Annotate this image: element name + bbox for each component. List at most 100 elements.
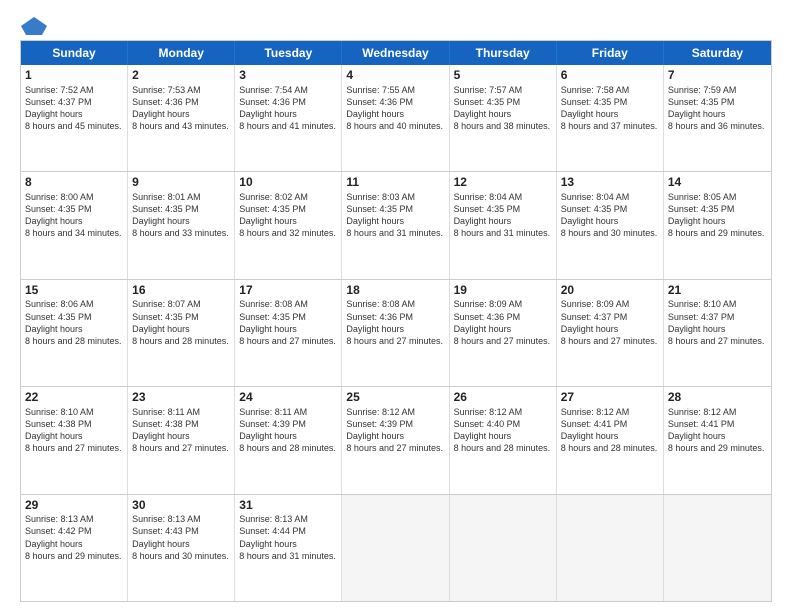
day-info: Sunrise: 8:09 AM Sunset: 4:37 PM Dayligh… xyxy=(561,298,659,347)
day-number: 28 xyxy=(668,390,767,406)
calendar-header: SundayMondayTuesdayWednesdayThursdayFrid… xyxy=(21,41,771,65)
day-info: Sunrise: 8:13 AM Sunset: 4:44 PM Dayligh… xyxy=(239,513,337,562)
day-info: Sunrise: 7:54 AM Sunset: 4:36 PM Dayligh… xyxy=(239,84,337,133)
calendar-cell: 31 Sunrise: 8:13 AM Sunset: 4:44 PM Dayl… xyxy=(235,495,342,601)
day-info: Sunrise: 8:11 AM Sunset: 4:39 PM Dayligh… xyxy=(239,406,337,455)
logo-icon xyxy=(20,16,48,36)
day-info: Sunrise: 8:08 AM Sunset: 4:36 PM Dayligh… xyxy=(346,298,444,347)
calendar-cell: 11 Sunrise: 8:03 AM Sunset: 4:35 PM Dayl… xyxy=(342,172,449,278)
calendar-cell: 18 Sunrise: 8:08 AM Sunset: 4:36 PM Dayl… xyxy=(342,280,449,386)
calendar-cell: 13 Sunrise: 8:04 AM Sunset: 4:35 PM Dayl… xyxy=(557,172,664,278)
calendar-cell: 14 Sunrise: 8:05 AM Sunset: 4:35 PM Dayl… xyxy=(664,172,771,278)
day-info: Sunrise: 8:12 AM Sunset: 4:40 PM Dayligh… xyxy=(454,406,552,455)
calendar-cell: 6 Sunrise: 7:58 AM Sunset: 4:35 PM Dayli… xyxy=(557,65,664,171)
day-number: 24 xyxy=(239,390,337,406)
day-number: 19 xyxy=(454,283,552,299)
calendar-cell: 8 Sunrise: 8:00 AM Sunset: 4:35 PM Dayli… xyxy=(21,172,128,278)
day-info: Sunrise: 8:04 AM Sunset: 4:35 PM Dayligh… xyxy=(454,191,552,240)
day-number: 26 xyxy=(454,390,552,406)
day-number: 25 xyxy=(346,390,444,406)
day-number: 9 xyxy=(132,175,230,191)
calendar-cell: 25 Sunrise: 8:12 AM Sunset: 4:39 PM Dayl… xyxy=(342,387,449,493)
day-header-sunday: Sunday xyxy=(21,41,128,65)
day-info: Sunrise: 7:58 AM Sunset: 4:35 PM Dayligh… xyxy=(561,84,659,133)
day-header-monday: Monday xyxy=(128,41,235,65)
day-info: Sunrise: 7:59 AM Sunset: 4:35 PM Dayligh… xyxy=(668,84,767,133)
day-number: 10 xyxy=(239,175,337,191)
calendar-cell: 15 Sunrise: 8:06 AM Sunset: 4:35 PM Dayl… xyxy=(21,280,128,386)
day-info: Sunrise: 8:11 AM Sunset: 4:38 PM Dayligh… xyxy=(132,406,230,455)
day-number: 7 xyxy=(668,68,767,84)
day-number: 18 xyxy=(346,283,444,299)
day-header-friday: Friday xyxy=(557,41,664,65)
day-number: 27 xyxy=(561,390,659,406)
calendar-week-2: 8 Sunrise: 8:00 AM Sunset: 4:35 PM Dayli… xyxy=(21,171,771,278)
day-number: 23 xyxy=(132,390,230,406)
day-number: 8 xyxy=(25,175,123,191)
day-number: 16 xyxy=(132,283,230,299)
day-header-tuesday: Tuesday xyxy=(235,41,342,65)
calendar-cell: 12 Sunrise: 8:04 AM Sunset: 4:35 PM Dayl… xyxy=(450,172,557,278)
day-info: Sunrise: 8:00 AM Sunset: 4:35 PM Dayligh… xyxy=(25,191,123,240)
calendar-cell: 27 Sunrise: 8:12 AM Sunset: 4:41 PM Dayl… xyxy=(557,387,664,493)
day-number: 15 xyxy=(25,283,123,299)
calendar-cell: 3 Sunrise: 7:54 AM Sunset: 4:36 PM Dayli… xyxy=(235,65,342,171)
day-number: 30 xyxy=(132,498,230,514)
day-number: 31 xyxy=(239,498,337,514)
day-info: Sunrise: 8:01 AM Sunset: 4:35 PM Dayligh… xyxy=(132,191,230,240)
day-number: 6 xyxy=(561,68,659,84)
calendar-cell: 2 Sunrise: 7:53 AM Sunset: 4:36 PM Dayli… xyxy=(128,65,235,171)
day-number: 3 xyxy=(239,68,337,84)
day-info: Sunrise: 7:57 AM Sunset: 4:35 PM Dayligh… xyxy=(454,84,552,133)
calendar-cell: 10 Sunrise: 8:02 AM Sunset: 4:35 PM Dayl… xyxy=(235,172,342,278)
day-info: Sunrise: 8:04 AM Sunset: 4:35 PM Dayligh… xyxy=(561,191,659,240)
day-number: 12 xyxy=(454,175,552,191)
calendar: SundayMondayTuesdayWednesdayThursdayFrid… xyxy=(20,40,772,602)
calendar-cell: 4 Sunrise: 7:55 AM Sunset: 4:36 PM Dayli… xyxy=(342,65,449,171)
calendar-cell: 16 Sunrise: 8:07 AM Sunset: 4:35 PM Dayl… xyxy=(128,280,235,386)
calendar-cell: 20 Sunrise: 8:09 AM Sunset: 4:37 PM Dayl… xyxy=(557,280,664,386)
day-info: Sunrise: 8:05 AM Sunset: 4:35 PM Dayligh… xyxy=(668,191,767,240)
day-number: 11 xyxy=(346,175,444,191)
day-number: 22 xyxy=(25,390,123,406)
day-info: Sunrise: 8:13 AM Sunset: 4:42 PM Dayligh… xyxy=(25,513,123,562)
day-info: Sunrise: 7:53 AM Sunset: 4:36 PM Dayligh… xyxy=(132,84,230,133)
calendar-cell: 22 Sunrise: 8:10 AM Sunset: 4:38 PM Dayl… xyxy=(21,387,128,493)
calendar-week-4: 22 Sunrise: 8:10 AM Sunset: 4:38 PM Dayl… xyxy=(21,386,771,493)
calendar-week-5: 29 Sunrise: 8:13 AM Sunset: 4:42 PM Dayl… xyxy=(21,494,771,601)
calendar-cell: 26 Sunrise: 8:12 AM Sunset: 4:40 PM Dayl… xyxy=(450,387,557,493)
day-info: Sunrise: 8:02 AM Sunset: 4:35 PM Dayligh… xyxy=(239,191,337,240)
day-info: Sunrise: 8:08 AM Sunset: 4:35 PM Dayligh… xyxy=(239,298,337,347)
day-number: 4 xyxy=(346,68,444,84)
day-info: Sunrise: 8:06 AM Sunset: 4:35 PM Dayligh… xyxy=(25,298,123,347)
day-number: 14 xyxy=(668,175,767,191)
calendar-cell xyxy=(557,495,664,601)
calendar-cell: 23 Sunrise: 8:11 AM Sunset: 4:38 PM Dayl… xyxy=(128,387,235,493)
day-number: 20 xyxy=(561,283,659,299)
day-number: 2 xyxy=(132,68,230,84)
calendar-cell: 29 Sunrise: 8:13 AM Sunset: 4:42 PM Dayl… xyxy=(21,495,128,601)
calendar-cell: 17 Sunrise: 8:08 AM Sunset: 4:35 PM Dayl… xyxy=(235,280,342,386)
calendar-cell: 9 Sunrise: 8:01 AM Sunset: 4:35 PM Dayli… xyxy=(128,172,235,278)
day-info: Sunrise: 8:07 AM Sunset: 4:35 PM Dayligh… xyxy=(132,298,230,347)
calendar-body: 1 Sunrise: 7:52 AM Sunset: 4:37 PM Dayli… xyxy=(21,65,771,601)
day-info: Sunrise: 8:12 AM Sunset: 4:39 PM Dayligh… xyxy=(346,406,444,455)
day-info: Sunrise: 7:55 AM Sunset: 4:36 PM Dayligh… xyxy=(346,84,444,133)
day-number: 1 xyxy=(25,68,123,84)
calendar-cell: 1 Sunrise: 7:52 AM Sunset: 4:37 PM Dayli… xyxy=(21,65,128,171)
day-info: Sunrise: 8:12 AM Sunset: 4:41 PM Dayligh… xyxy=(668,406,767,455)
calendar-week-1: 1 Sunrise: 7:52 AM Sunset: 4:37 PM Dayli… xyxy=(21,65,771,171)
day-number: 17 xyxy=(239,283,337,299)
day-number: 21 xyxy=(668,283,767,299)
day-info: Sunrise: 8:10 AM Sunset: 4:37 PM Dayligh… xyxy=(668,298,767,347)
day-number: 29 xyxy=(25,498,123,514)
header xyxy=(20,16,772,36)
day-number: 13 xyxy=(561,175,659,191)
calendar-week-3: 15 Sunrise: 8:06 AM Sunset: 4:35 PM Dayl… xyxy=(21,279,771,386)
day-info: Sunrise: 8:10 AM Sunset: 4:38 PM Dayligh… xyxy=(25,406,123,455)
day-header-wednesday: Wednesday xyxy=(342,41,449,65)
calendar-cell: 5 Sunrise: 7:57 AM Sunset: 4:35 PM Dayli… xyxy=(450,65,557,171)
logo-area xyxy=(20,16,50,36)
day-info: Sunrise: 7:52 AM Sunset: 4:37 PM Dayligh… xyxy=(25,84,123,133)
logo xyxy=(20,16,50,36)
